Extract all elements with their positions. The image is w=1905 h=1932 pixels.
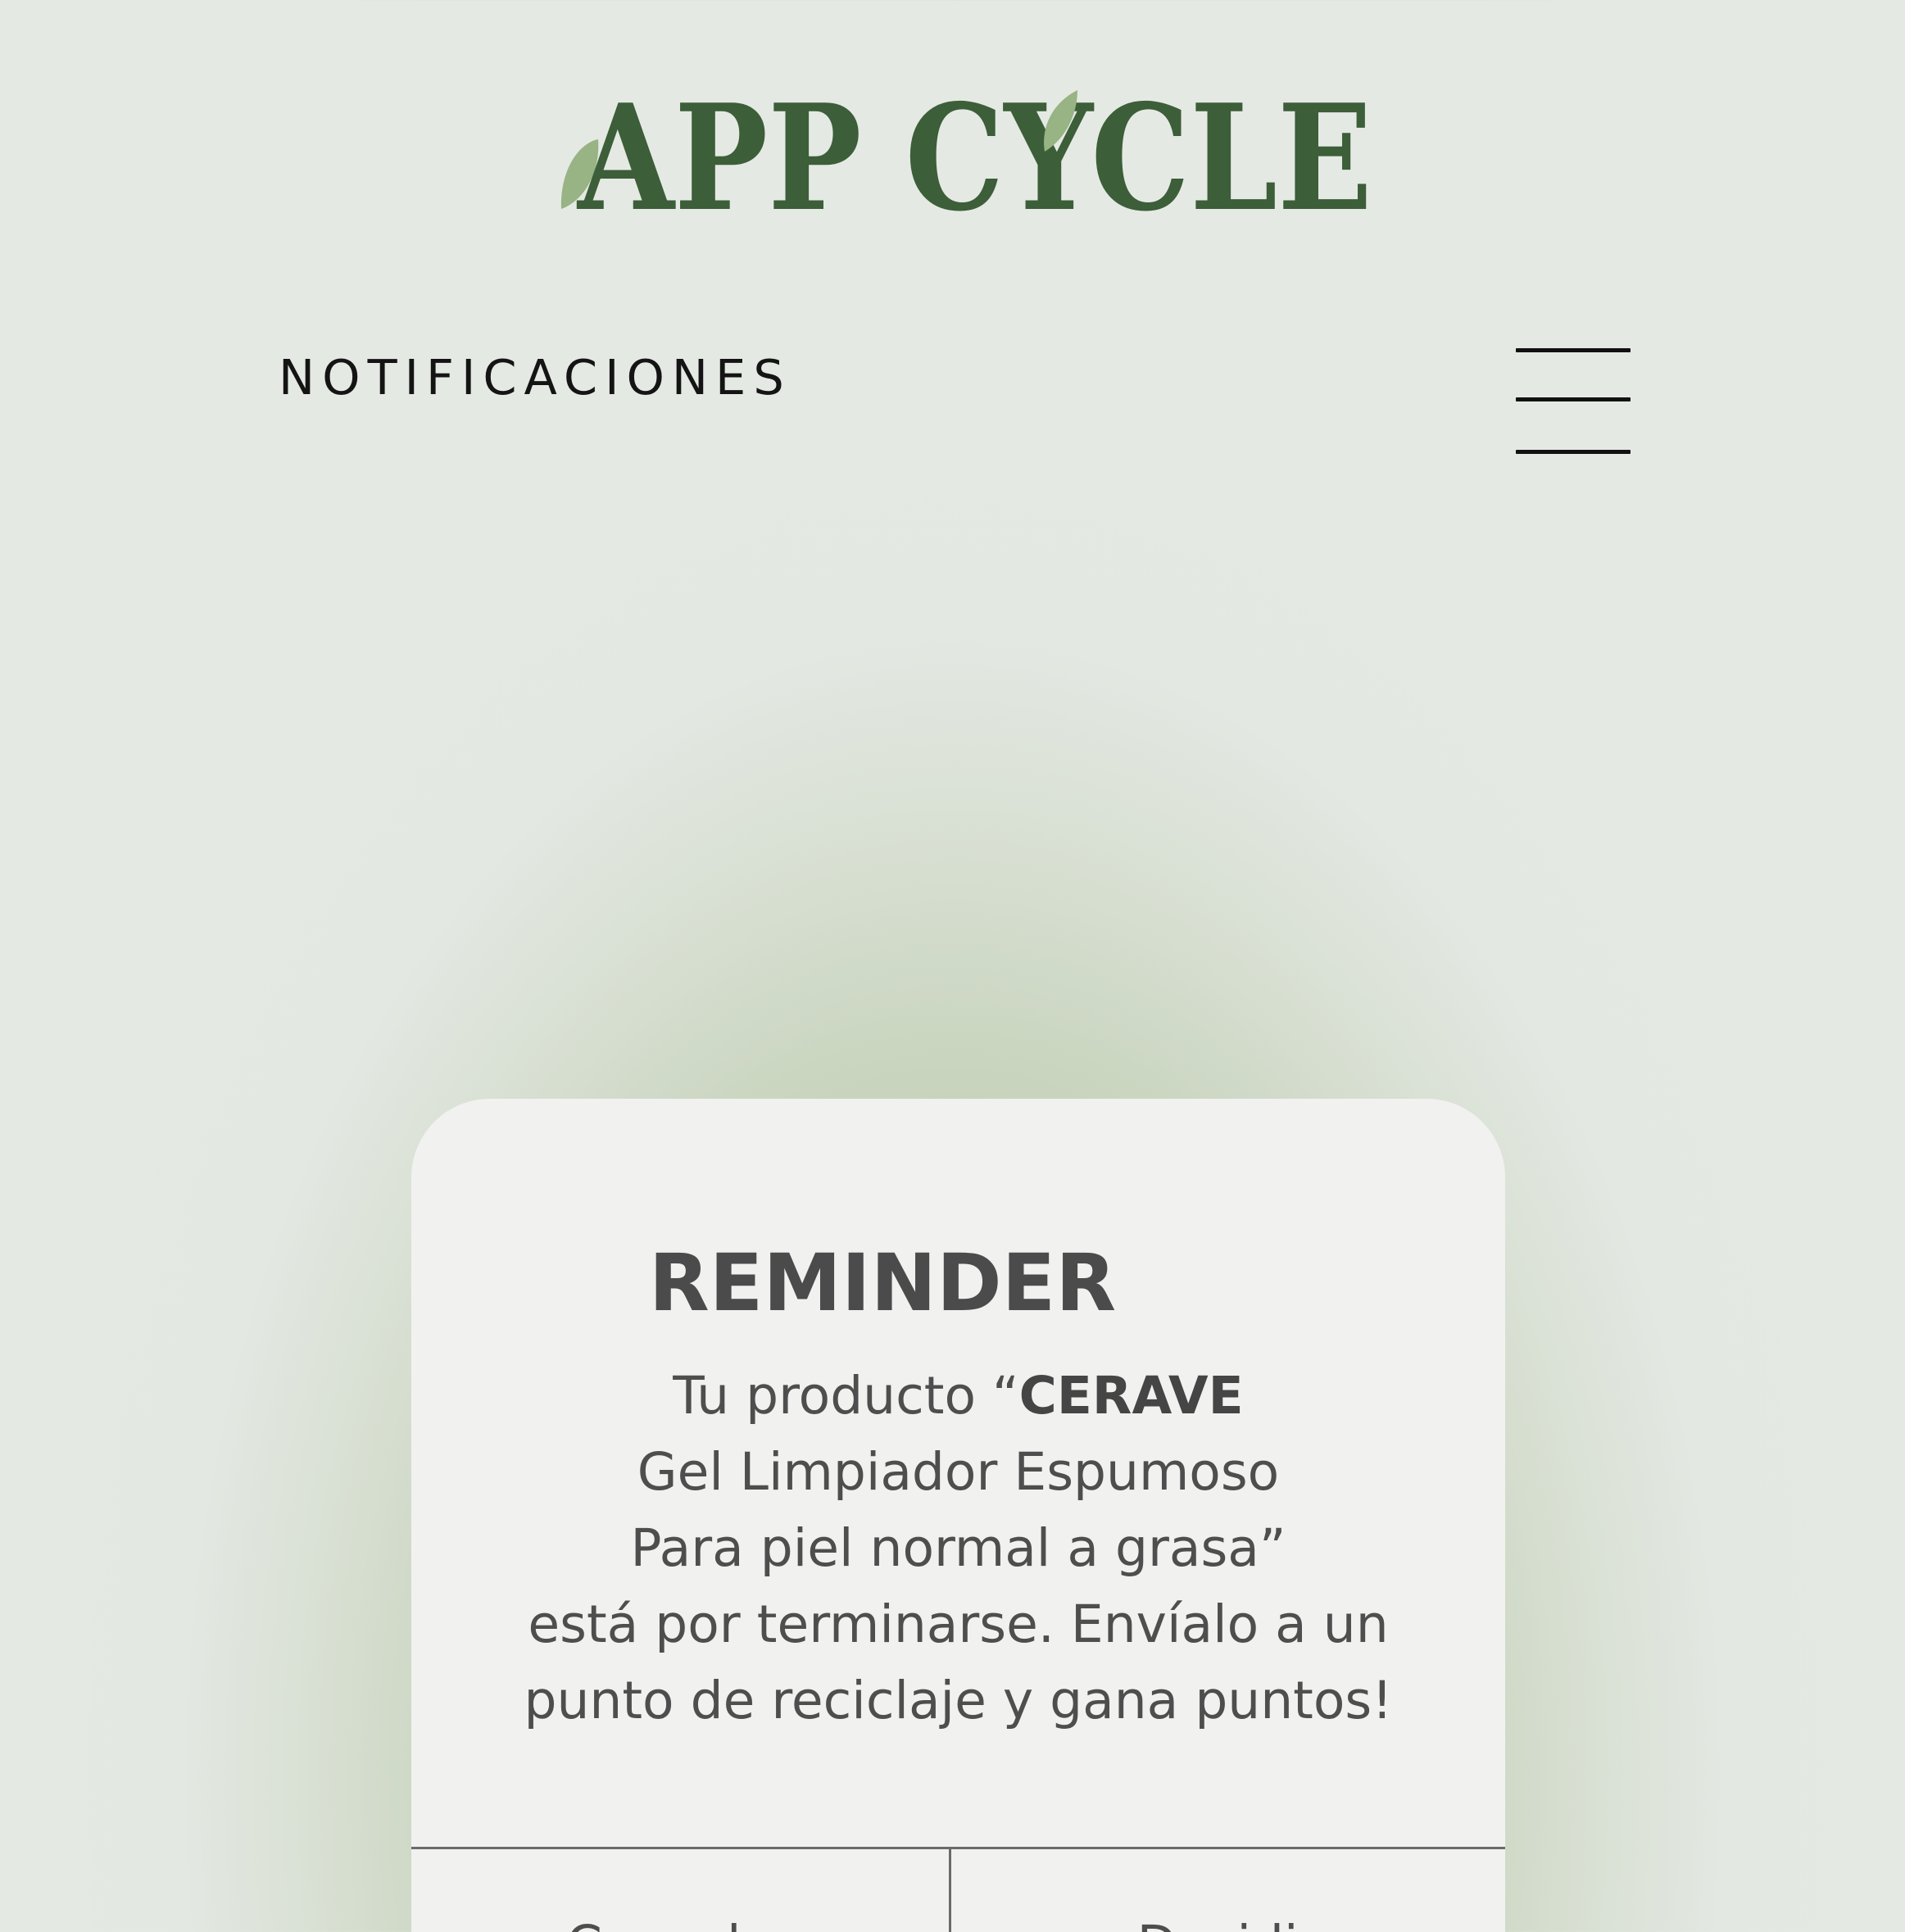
message-line: punto de reciclaje y gana puntos! xyxy=(524,1671,1393,1730)
cancel-button[interactable]: Cancelar xyxy=(411,1849,949,1932)
menu-bar-icon xyxy=(1516,348,1631,352)
page-title: NOTIFICACIONES xyxy=(279,349,791,406)
decide-button[interactable]: Decidir xyxy=(951,1849,1505,1932)
svg-text:APP CYCLE: APP CYCLE xyxy=(576,82,1372,221)
reminder-message: Tu producto “CERAVE Gel Limpiador Espumo… xyxy=(411,1358,1505,1739)
appcycle-logo-icon: APP CYCLE xyxy=(560,82,1372,221)
hamburger-menu-button[interactable] xyxy=(1512,344,1635,459)
reminder-title: REMINDER xyxy=(648,1237,1117,1329)
menu-bar-icon xyxy=(1516,397,1631,401)
reminder-card: REMINDER Tu producto “CERAVE Gel Limpiad… xyxy=(411,1099,1505,1932)
product-line: Para piel normal a grasa” xyxy=(630,1518,1286,1578)
message-line: está por terminarse. Envíalo a un xyxy=(528,1594,1389,1654)
app-logo: APP CYCLE xyxy=(553,82,1381,221)
product-brand: CERAVE xyxy=(1018,1366,1244,1426)
menu-bar-icon xyxy=(1516,450,1631,454)
product-line: Gel Limpiador Espumoso xyxy=(637,1442,1280,1502)
message-line: Tu producto “CERAVE xyxy=(673,1366,1244,1426)
